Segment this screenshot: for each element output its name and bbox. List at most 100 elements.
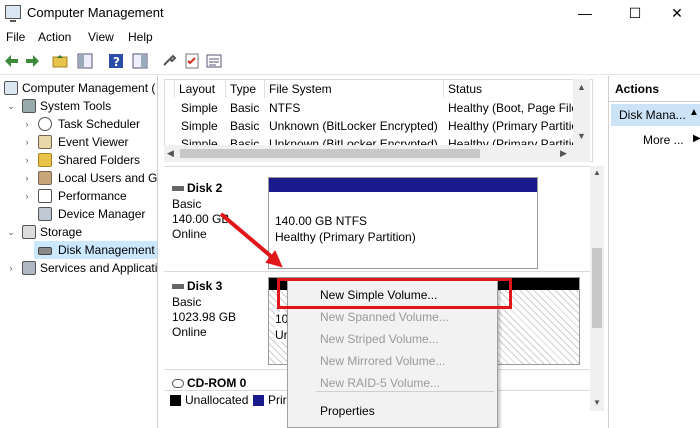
tree-item-system-tools[interactable]: ⌄ System Tools — [0, 97, 157, 115]
chevron-right-icon[interactable]: › — [22, 115, 32, 133]
tree-item-performance[interactable]: › Performance — [0, 187, 157, 205]
annotation-highlight-box — [277, 278, 512, 309]
menu-item-new-spanned-volume[interactable]: New Spanned Volume... — [320, 310, 449, 324]
table-cell: Healthy (Primary Partition) — [448, 137, 573, 145]
chevron-right-icon[interactable]: › — [22, 151, 32, 169]
title-bar: Computer Management — ☐ ✕ — [0, 0, 700, 26]
users-icon — [38, 171, 52, 185]
actions-pane: Actions Disk Mana... ▲ More ... ▶ — [608, 76, 700, 428]
scroll-up-arrow-icon[interactable]: ▲ — [593, 168, 601, 177]
submenu-arrow-icon: ▶ — [693, 133, 700, 144]
tree-item-device-manager[interactable]: Device Manager — [0, 205, 157, 223]
event-log-icon — [38, 135, 52, 149]
menu-separator — [316, 391, 494, 392]
table-cell: Unknown (BitLocker Encrypted) — [269, 119, 438, 133]
menu-item-new-mirrored-volume[interactable]: New Mirrored Volume... — [320, 354, 445, 368]
table-cell: Basic — [230, 119, 260, 133]
tree-item-event-viewer[interactable]: › Event Viewer — [0, 133, 157, 151]
disk-2-volume[interactable]: 140.00 GB NTFS Healthy (Primary Partitio… — [268, 177, 538, 269]
show-hide-tree-icon[interactable] — [77, 53, 93, 69]
menu-item-new-raid5-volume[interactable]: New RAID-5 Volume... — [320, 376, 440, 390]
table-cell: Simple — [181, 137, 218, 145]
scroll-left-arrow-icon[interactable]: ◀ — [167, 148, 174, 159]
list-horizontal-scrollbar[interactable]: ◀ ▶ — [164, 145, 590, 162]
menu-item-properties[interactable]: Properties — [320, 404, 375, 418]
legend-unallocated: Unallocated — [185, 393, 249, 407]
actions-disk-management[interactable]: Disk Mana... ▲ — [611, 104, 700, 126]
tools-icon — [22, 99, 36, 113]
services-icon — [22, 261, 36, 275]
tree-item-computer-management[interactable]: Computer Management ( — [4, 79, 157, 97]
computer-management-icon — [5, 5, 21, 22]
disk-drive-icon — [38, 247, 52, 255]
column-header-layout[interactable]: Layout — [175, 80, 226, 98]
menu-view[interactable]: View — [88, 30, 114, 44]
column-header-file-system[interactable]: File System — [265, 80, 444, 98]
clock-icon — [38, 117, 52, 131]
close-button[interactable]: ✕ — [654, 0, 700, 26]
primary-partition-bar — [269, 178, 537, 192]
show-hide-action-pane-icon[interactable] — [132, 53, 148, 69]
forward-arrow-icon[interactable] — [24, 53, 40, 69]
scroll-thumb[interactable] — [180, 149, 480, 158]
help-icon[interactable]: ? — [108, 53, 124, 69]
scroll-up-arrow-icon[interactable]: ▲ — [577, 82, 586, 92]
svg-text:?: ? — [113, 55, 120, 69]
column-header-type[interactable]: Type — [226, 80, 265, 98]
navigation-tree: Computer Management ( ⌄ System Tools › T… — [0, 76, 158, 428]
properties-list-icon[interactable] — [206, 53, 222, 69]
disk-3-label[interactable]: Disk 3 Basic 1023.98 GB Online — [164, 275, 264, 365]
legend-primary: Prir — [268, 393, 287, 407]
checklist-icon[interactable] — [184, 53, 200, 69]
annotation-arrow — [219, 212, 283, 268]
minimize-button[interactable]: — — [562, 0, 608, 26]
menu-file[interactable]: File — [6, 30, 25, 44]
scroll-right-arrow-icon[interactable]: ▶ — [560, 148, 567, 159]
menu-bar: File Action View Help — [0, 26, 700, 48]
table-cell: Healthy (Primary Partition) — [448, 119, 573, 133]
menu-help[interactable]: Help — [128, 30, 153, 44]
window-title: Computer Management — [27, 5, 164, 20]
shared-folder-icon — [38, 153, 52, 167]
column-header-status[interactable]: Status — [444, 80, 592, 98]
list-vertical-scrollbar[interactable]: ▲ ▼ — [573, 79, 590, 145]
tree-item-task-scheduler[interactable]: › Task Scheduler — [0, 115, 157, 133]
chevron-right-icon[interactable]: › — [6, 259, 16, 277]
tree-item-shared-folders[interactable]: › Shared Folders — [0, 151, 157, 169]
table-cell: Basic — [230, 137, 260, 145]
table-cell: Unknown (BitLocker Encrypted) — [269, 137, 438, 145]
column-header-volume[interactable] — [165, 80, 175, 98]
tree-item-local-users[interactable]: › Local Users and Gr — [0, 169, 157, 187]
tree-item-services-applications[interactable]: › Services and Applicatio — [0, 259, 157, 277]
storage-icon — [22, 225, 36, 239]
chevron-down-icon[interactable]: ⌄ — [6, 223, 16, 241]
chevron-down-icon[interactable]: ⌄ — [6, 97, 16, 115]
table-cell: Simple — [181, 101, 218, 115]
collapse-arrow-icon[interactable]: ▲ — [689, 107, 699, 118]
cdrom-icon — [172, 379, 184, 389]
unallocated-swatch — [170, 395, 181, 406]
chevron-right-icon[interactable]: › — [22, 133, 32, 151]
actions-more[interactable]: More ... ▶ — [611, 130, 700, 150]
chevron-right-icon[interactable]: › — [22, 187, 32, 205]
maximize-button[interactable]: ☐ — [612, 0, 658, 26]
tree-item-storage[interactable]: ⌄ Storage — [0, 223, 157, 241]
disk-icon — [172, 186, 184, 192]
table-cell: Healthy (Boot, Page File, C — [448, 101, 573, 115]
connect-icon[interactable] — [162, 53, 178, 69]
performance-icon — [38, 189, 52, 203]
table-cell: Simple — [181, 119, 218, 133]
scroll-down-arrow-icon[interactable]: ▼ — [577, 131, 586, 141]
scroll-down-arrow-icon[interactable]: ▼ — [593, 398, 601, 407]
up-folder-icon[interactable] — [52, 53, 68, 69]
menu-action[interactable]: Action — [38, 30, 71, 44]
chevron-right-icon[interactable]: › — [22, 169, 32, 187]
back-arrow-icon[interactable] — [4, 53, 20, 69]
primary-partition-swatch — [253, 395, 264, 406]
menu-item-new-striped-volume[interactable]: New Striped Volume... — [320, 332, 439, 346]
tree-item-disk-management[interactable]: Disk Management — [34, 241, 157, 259]
toolbar: ? — [0, 48, 700, 75]
scroll-thumb[interactable] — [592, 248, 602, 328]
actions-header: Actions — [609, 76, 700, 102]
computer-icon — [4, 81, 18, 95]
